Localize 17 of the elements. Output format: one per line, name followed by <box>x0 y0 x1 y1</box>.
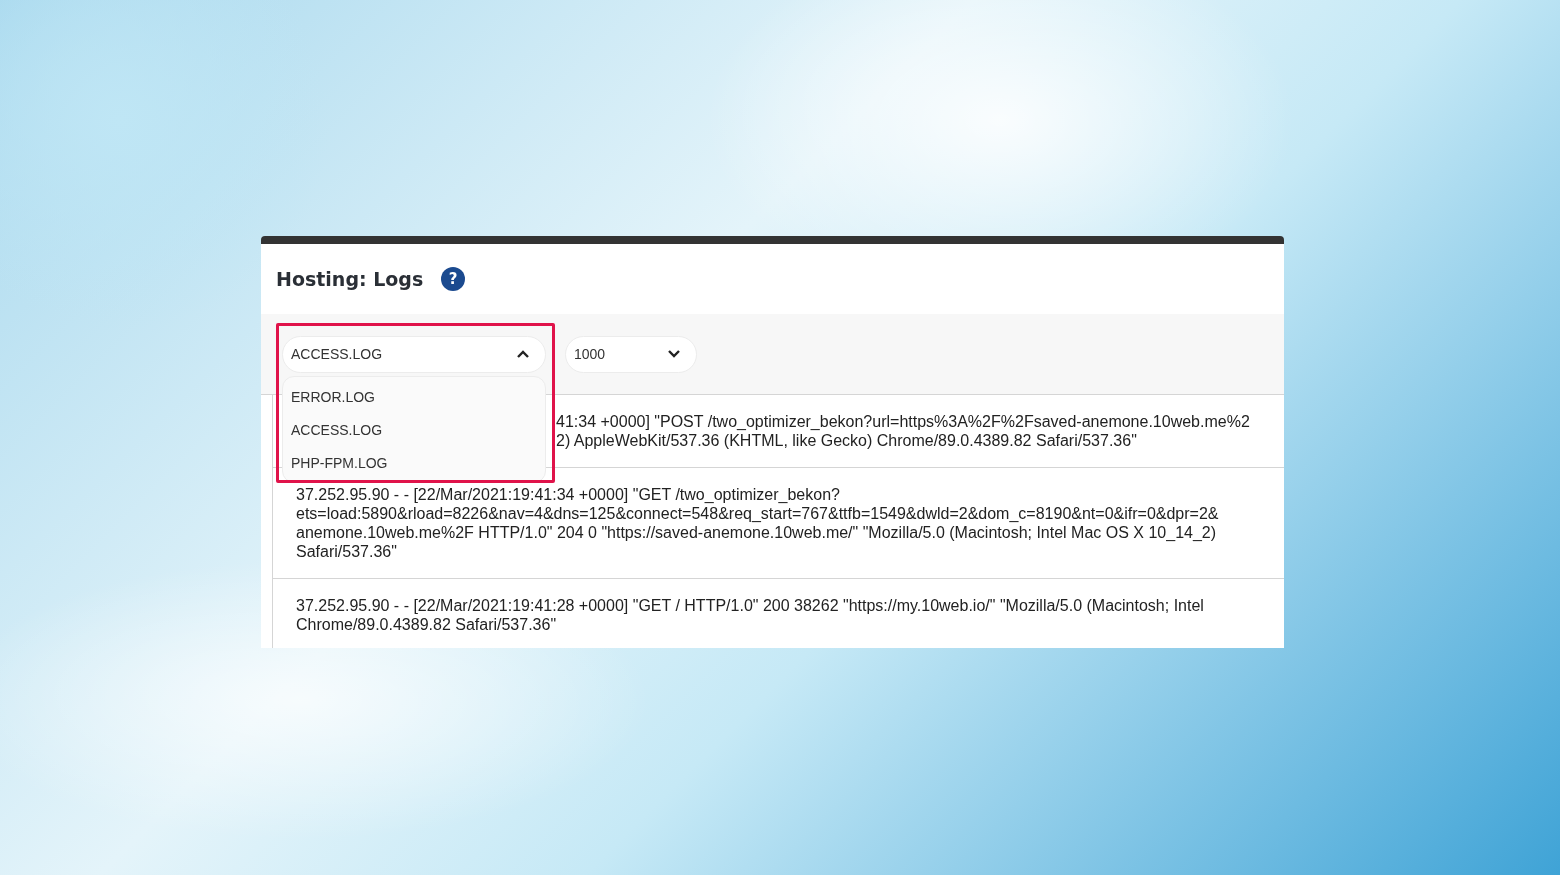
log-line: Chrome/89.0.4389.82 Safari/537.36" <box>296 615 558 634</box>
log-line: 2) AppleWebKit/537.36 (KHTML, like Gecko) Chrome/89.0.4389.82 Safari/537.36" <box>556 431 1138 450</box>
page-title: Hosting: Logs <box>276 268 424 290</box>
chevron-up-icon <box>517 350 529 358</box>
log-file-select[interactable]: ACCESS.LOG <box>282 335 546 373</box>
log-line: ets=load:5890&rload=8226&nav=4&dns=125&connect=548&req_start=767&ttfb=1549&dwld=2&dom_c=8190&nt=0&ifr=0&dpr=2& <box>296 504 1220 523</box>
log-line: Safari/537.36" <box>296 542 398 561</box>
log-line: 41:34 +0000] "POST /two_optimizer_bekon?url=https%3A%2F%2Fsaved-anemone.10web.me%2 <box>556 412 1251 431</box>
dropdown-option[interactable]: ACCESS.LOG <box>283 413 545 446</box>
log-line: anemone.10web.me%2F HTTP/1.0" 204 0 "https://saved-anemone.10web.me/" "Mozilla/5.0 (Macintosh; Intel Mac OS X 10_14_2) <box>296 523 1218 542</box>
line-count-select[interactable]: 1000 <box>565 335 697 373</box>
log-line: 37.252.95.90 - - [22/Mar/2021:19:41:28 +0000] "GET / HTTP/1.0" 200 38262 "https://my.10web.io/" "Mozilla/5.0 (Macintosh; Intel <box>296 596 1205 615</box>
help-icon[interactable]: ? <box>441 267 466 291</box>
dropdown-option[interactable]: ERROR.LOG <box>283 380 545 413</box>
chevron-down-icon <box>668 350 680 358</box>
dropdown-option[interactable]: PHP-FPM.LOG <box>283 446 545 479</box>
log-line: 37.252.95.90 - - [22/Mar/2021:19:41:34 +0000] "GET /two_optimizer_bekon? <box>296 485 841 504</box>
